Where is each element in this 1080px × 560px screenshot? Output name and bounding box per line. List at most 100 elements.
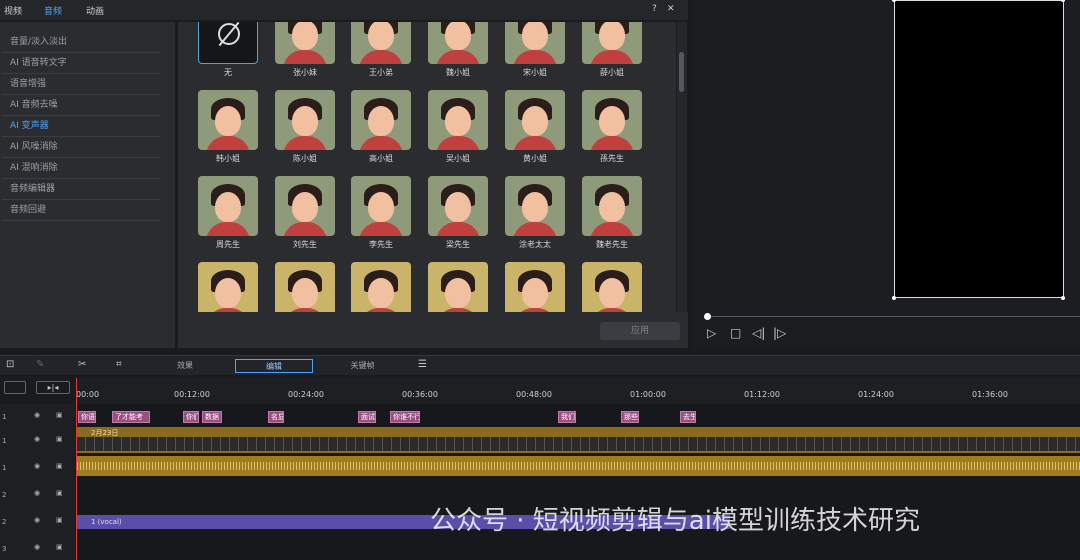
voice-avatar-icon	[505, 22, 565, 64]
voice-option[interactable]: 韩小姐	[198, 90, 260, 164]
lock-icon[interactable]: ▣	[56, 462, 63, 470]
voice-option[interactable]: 张小妹	[275, 22, 337, 78]
lock-icon[interactable]: ▣	[56, 543, 63, 551]
sidebar-item-voice-enhance[interactable]: 语音增强	[2, 74, 160, 95]
voice-option[interactable]: 孫先生	[582, 90, 644, 164]
playhead[interactable]	[76, 378, 77, 560]
sidebar-item-wind-removal[interactable]: AI 风噪消除	[2, 137, 160, 158]
voice-option[interactable]: 黄小姐	[505, 90, 567, 164]
voice-option[interactable]	[351, 262, 413, 312]
subtitle-clip[interactable]: 名显	[268, 411, 284, 423]
sidebar-item-ducking[interactable]: 音频回避	[2, 200, 160, 221]
eye-icon[interactable]: ◉	[34, 411, 40, 419]
voice-option[interactable]: 无	[198, 22, 260, 78]
track-number: 2	[2, 518, 7, 526]
tab-animation[interactable]: 动画	[86, 4, 104, 17]
voice-label: 刘先生	[293, 240, 317, 249]
sidebar-item-speech-to-text[interactable]: AI 语音转文字	[2, 53, 160, 74]
timeline-ruler[interactable]: 00:00 00:12:00 00:24:00 00:36:00 00:48:00 01:…	[76, 378, 1080, 404]
next-frame-icon[interactable]: |▷	[773, 326, 786, 340]
timeline-toolbar: ⊡ ✎ ✂ ⌗ 效果 编辑 关键帧 ☰	[0, 355, 1080, 375]
sidebar-item-voice-changer[interactable]: AI 变声器	[2, 116, 160, 137]
close-icon[interactable]: ✕	[667, 4, 675, 14]
subtitle-clip[interactable]: 你谁不行	[390, 411, 420, 423]
video-clip[interactable]: 2月23日	[77, 427, 1080, 453]
audio-clip[interactable]	[77, 456, 1080, 476]
track-number: 2	[2, 491, 7, 499]
voice-option[interactable]: 宋小姐	[505, 22, 567, 78]
help-icon[interactable]: ?	[652, 4, 657, 14]
voice-option[interactable]: 刘先生	[275, 176, 337, 250]
sidebar-item-volume[interactable]: 音量/淡入淡出	[2, 32, 160, 53]
no-voice-icon	[198, 22, 258, 64]
voice-label: 李先生	[369, 240, 393, 249]
eye-icon[interactable]: ◉	[34, 516, 40, 524]
seek-handle[interactable]	[704, 313, 711, 320]
lock-icon[interactable]: ▣	[56, 411, 63, 419]
tab-keyframe[interactable]: 关键帧	[335, 359, 390, 373]
voice-label: 魏小姐	[446, 68, 470, 77]
pen-icon[interactable]: ✎	[36, 359, 44, 370]
tab-effects[interactable]: 效果	[160, 359, 210, 373]
tab-edit[interactable]: 编辑	[235, 359, 313, 373]
voice-avatar-icon	[275, 90, 335, 150]
subtitle-clip[interactable]: 了才能考	[112, 411, 150, 423]
subtitle-clip[interactable]: 你语	[78, 411, 96, 423]
resize-handle[interactable]	[1061, 296, 1065, 300]
voice-label: 陈小姐	[293, 154, 317, 163]
voice-option[interactable]: 王小弟	[351, 22, 413, 78]
subtitle-clip[interactable]: 我们	[558, 411, 576, 423]
split-button[interactable]: ▸|◂	[36, 381, 70, 394]
scrollbar-thumb[interactable]	[679, 52, 684, 92]
voice-option[interactable]: 陈小姐	[275, 90, 337, 164]
lock-icon[interactable]: ▣	[56, 435, 63, 443]
voice-option[interactable]	[198, 262, 260, 312]
subtitle-clip[interactable]: 数据	[202, 411, 222, 423]
subtitle-clip[interactable]: 那些	[621, 411, 639, 423]
voice-option[interactable]: 魏老先生	[582, 176, 644, 250]
stop-icon[interactable]: □	[730, 326, 741, 340]
prev-frame-icon[interactable]: ◁|	[752, 326, 765, 340]
select-icon[interactable]: ⊡	[6, 359, 14, 370]
preview-seekbar[interactable]	[706, 316, 1080, 317]
list-icon[interactable]: ☰	[418, 359, 427, 370]
lock-icon[interactable]: ▣	[56, 489, 63, 497]
sidebar-item-dereverb[interactable]: AI 混响消除	[2, 158, 160, 179]
voice-label: 吴小姐	[446, 154, 470, 163]
subtitle-clip[interactable]: 面试	[358, 411, 376, 423]
fit-timeline-button[interactable]	[4, 381, 26, 394]
voice-option[interactable]	[275, 262, 337, 312]
eye-icon[interactable]: ◉	[34, 462, 40, 470]
eye-icon[interactable]: ◉	[34, 543, 40, 551]
voice-option[interactable]	[582, 262, 644, 312]
tab-video[interactable]: 视频	[4, 4, 22, 17]
voice-avatar-icon	[198, 262, 258, 312]
voice-option[interactable]: 魏小姐	[428, 22, 490, 78]
voice-option[interactable]: 周先生	[198, 176, 260, 250]
tab-audio[interactable]: 音频	[44, 4, 62, 17]
watermark: 公众号 · 短视频剪辑与ai模型训练技术研究	[430, 506, 920, 536]
cut-icon[interactable]: ✂	[78, 359, 86, 370]
play-icon[interactable]: ▷	[707, 326, 716, 340]
sidebar-item-audio-editor[interactable]: 音频编辑器	[2, 179, 160, 200]
crop-icon[interactable]: ⌗	[116, 359, 122, 370]
voice-option[interactable]	[505, 262, 567, 312]
video-thumbnail-strip	[77, 437, 1080, 451]
sidebar-item-denoise[interactable]: AI 音频去噪	[2, 95, 160, 116]
voice-option[interactable]: 李先生	[351, 176, 413, 250]
voice-option[interactable]: 梁先生	[428, 176, 490, 250]
voice-option[interactable]: 高小姐	[351, 90, 413, 164]
eye-icon[interactable]: ◉	[34, 435, 40, 443]
eye-icon[interactable]: ◉	[34, 489, 40, 497]
resize-handle[interactable]	[892, 296, 896, 300]
subtitle-clip[interactable]: 你们	[183, 411, 199, 423]
video-frame[interactable]	[894, 0, 1064, 298]
voice-option[interactable]: 薛小姐	[582, 22, 644, 78]
voice-label: 薛小姐	[600, 68, 624, 77]
voice-option[interactable]: 吴小姐	[428, 90, 490, 164]
subtitle-clip[interactable]: 去生	[680, 411, 696, 423]
voice-option[interactable]	[428, 262, 490, 312]
apply-button[interactable]: 应用	[600, 322, 680, 340]
lock-icon[interactable]: ▣	[56, 516, 63, 524]
voice-option[interactable]: 涂老太太	[505, 176, 567, 250]
